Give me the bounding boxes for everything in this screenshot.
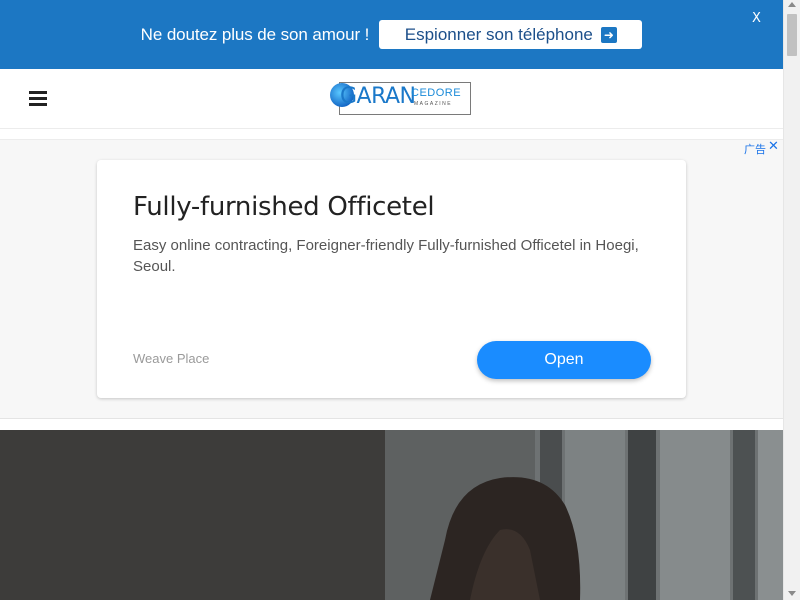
page-viewport: Ne doutez plus de son amour ! Espionner …: [0, 0, 800, 600]
promo-banner: Ne doutez plus de son amour ! Espionner …: [0, 0, 783, 69]
logo-main-text: GARAN: [340, 84, 416, 109]
ad-title: Fully-furnished Officetel: [133, 192, 435, 222]
vertical-scrollbar[interactable]: [783, 0, 800, 600]
scroll-up-arrow-icon[interactable]: [788, 2, 796, 7]
promo-close-button[interactable]: X: [752, 11, 761, 26]
ad-advertiser: Weave Place: [133, 351, 210, 366]
ad-close-icon[interactable]: ✕: [768, 139, 779, 154]
scroll-thumb[interactable]: [787, 14, 797, 56]
hero-image: [0, 430, 783, 600]
ad-open-button[interactable]: Open: [477, 341, 651, 379]
hero-photo: [0, 430, 783, 600]
ad-card[interactable]: Fully-furnished Officetel Easy online co…: [97, 160, 686, 398]
scroll-down-arrow-icon[interactable]: [788, 591, 796, 596]
logo-tagline: MAGAZINE: [414, 101, 453, 107]
ad-description: Easy online contracting, Foreigner-frien…: [133, 237, 639, 275]
logo-secondary-text: CEDORE: [411, 87, 462, 99]
site-header: GARAN CEDORE MAGAZINE: [0, 69, 783, 129]
spy-phone-button[interactable]: Espionner son téléphone ➜: [379, 20, 643, 49]
promo-text: Ne doutez plus de son amour !: [140, 24, 370, 44]
arrow-right-icon: ➜: [600, 26, 617, 43]
hamburger-menu-icon[interactable]: [29, 91, 47, 106]
ad-choices-label[interactable]: 广告: [744, 141, 766, 157]
promo-button-label: Espionner son téléphone: [404, 24, 593, 44]
site-logo[interactable]: GARAN CEDORE MAGAZINE: [330, 82, 471, 116]
